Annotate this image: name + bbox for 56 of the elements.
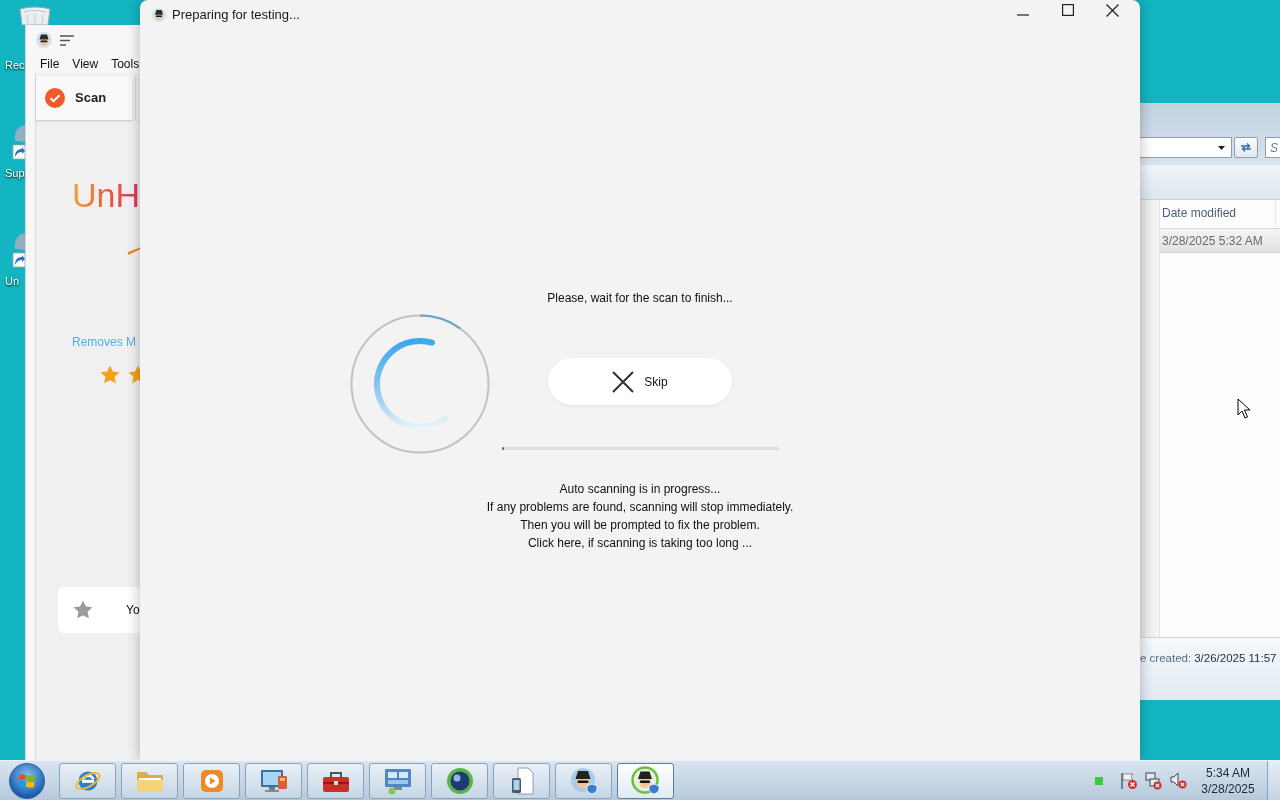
- check-circle-icon: [45, 88, 65, 108]
- address-field[interactable]: [1140, 137, 1232, 158]
- star-icon: [99, 364, 121, 386]
- menu-item[interactable]: Tools: [111, 57, 140, 71]
- scan-tab[interactable]: Scan: [36, 76, 132, 120]
- taskbar-button[interactable]: [493, 762, 550, 799]
- search-field[interactable]: S: [1265, 137, 1280, 158]
- close-icon: [612, 370, 635, 393]
- review-text: Yo: [126, 603, 140, 617]
- app-logo-icon: [36, 32, 52, 48]
- show-desktop-button[interactable]: [1267, 760, 1280, 800]
- file-row[interactable]: 3/28/2025 5:32 AM: [1160, 228, 1280, 253]
- avatar-ring-icon: [630, 765, 661, 796]
- app-logo-icon: [152, 8, 166, 22]
- avatar-shield-icon: [568, 765, 599, 796]
- info-text: Auto scanning is in progress...: [559, 481, 721, 498]
- sphere-icon: [445, 766, 474, 795]
- windows-logo-icon: [18, 772, 36, 789]
- detail-value: 3/26/2025 11:57: [1194, 651, 1277, 665]
- column-header[interactable]: Date modified: [1160, 200, 1276, 226]
- wait-message: Please, wait for the scan to finish...: [547, 290, 733, 306]
- clock-date[interactable]: 3/28/2025: [1201, 780, 1255, 797]
- info-text: Click here, if scanning is taking too long ...: [527, 535, 753, 552]
- window-title: Preparing for testing...: [172, 7, 300, 23]
- taskbar-button[interactable]: [307, 762, 364, 799]
- tagline-text: Removes M: [72, 335, 136, 349]
- refresh-icon: [1239, 142, 1253, 153]
- taskbar-button[interactable]: [431, 762, 488, 799]
- star-icon: [72, 599, 94, 621]
- play-icon: [199, 768, 224, 793]
- menu-item[interactable]: View: [72, 57, 99, 71]
- refresh-button[interactable]: [1234, 137, 1258, 158]
- star-icon: [127, 364, 140, 386]
- speaker-muted-icon[interactable]: [1170, 772, 1187, 789]
- menu-item[interactable]: File: [40, 57, 60, 71]
- taskbar-button[interactable]: [555, 762, 612, 799]
- detail-label: e created:: [1140, 651, 1192, 665]
- network-error-icon[interactable]: [1145, 771, 1162, 790]
- clock-time[interactable]: 5:34 AM: [1206, 764, 1250, 781]
- mouse-pointer-icon: [1237, 398, 1250, 419]
- skip-button[interactable]: Skip: [548, 358, 732, 405]
- close-icon: [1106, 4, 1119, 17]
- trash-bin-icon: [18, 5, 52, 25]
- start-button[interactable]: [9, 762, 45, 799]
- menu-icon[interactable]: [60, 34, 74, 46]
- flag-error-icon[interactable]: [1120, 771, 1138, 790]
- window-tiles-icon: [382, 766, 413, 795]
- loading-spinner-icon: [349, 314, 490, 454]
- info-text: Then you will be prompted to fix the problem.: [520, 517, 760, 534]
- taskbar-button[interactable]: [617, 762, 674, 799]
- date-modified-text: 3/28/2025 5:32 AM: [1162, 232, 1263, 250]
- maximize-icon: [1061, 4, 1074, 16]
- minimize-icon: [1016, 14, 1029, 16]
- info-text: If any problems are found, scanning will stop immediately.: [486, 499, 794, 516]
- logo-swoosh-icon: [128, 247, 140, 256]
- dropdown-caret-icon: [1218, 145, 1225, 150]
